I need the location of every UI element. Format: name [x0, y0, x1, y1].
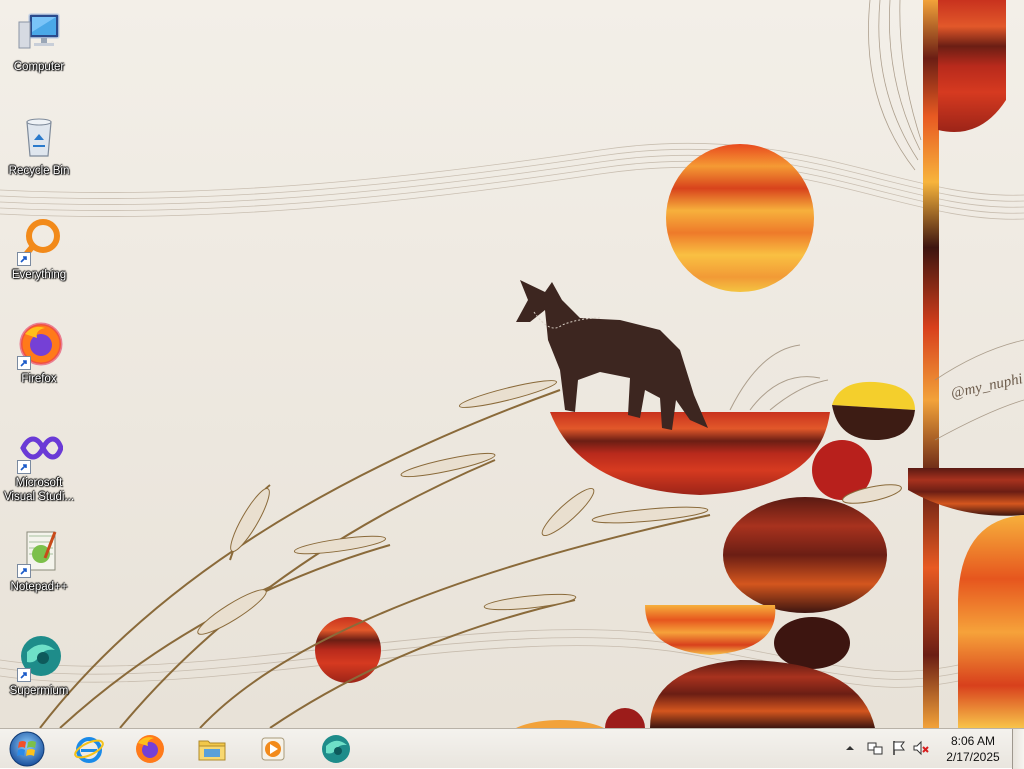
- desktop[interactable]: @my_nuphi Computer Recycle Bin Everythin…: [0, 0, 1024, 728]
- computer-icon: [15, 8, 63, 56]
- taskbar: 8:06 AM 2/17/2025: [0, 728, 1024, 769]
- clock-time: 8:06 AM: [950, 734, 996, 748]
- windows-start-orb-icon: [9, 731, 45, 767]
- clock-date: 2/17/2025: [946, 750, 1000, 764]
- shortcut-arrow-icon: [17, 668, 31, 682]
- desktop-icon-label: Computer: [13, 61, 65, 73]
- taskbar-media-player[interactable]: [246, 731, 300, 767]
- desktop-icon-label: Everything: [11, 269, 67, 281]
- action-center-flag-icon[interactable]: [890, 739, 908, 757]
- volume-muted-icon[interactable]: [912, 739, 930, 757]
- taskbar-supermium[interactable]: [309, 731, 363, 767]
- wallpaper-image: @my_nuphi: [0, 0, 1024, 728]
- desktop-icon-supermium[interactable]: Supermium: [2, 626, 76, 718]
- folder-icon: [198, 740, 226, 761]
- supermium-icon: [15, 632, 63, 682]
- system-clock[interactable]: 8:06 AM 2/17/2025: [938, 733, 1008, 767]
- desktop-icon-computer[interactable]: Computer: [2, 2, 76, 94]
- desktop-icon-label: Supermium: [9, 685, 69, 697]
- desktop-icon-notepad-plus-plus[interactable]: Notepad++: [2, 522, 76, 614]
- show-desktop-button[interactable]: [1012, 729, 1024, 769]
- media-player-icon: [261, 737, 285, 761]
- recycle-bin-icon: [15, 112, 63, 160]
- shortcut-arrow-icon: [17, 564, 31, 578]
- supermium-icon: [322, 735, 350, 763]
- firefox-icon: [136, 735, 164, 763]
- desktop-icon-label: Microsoft Visual Studi...: [3, 477, 75, 503]
- desktop-icon-label: Notepad++: [10, 581, 68, 593]
- desktop-icon-visual-studio[interactable]: Microsoft Visual Studi...: [2, 418, 76, 510]
- chevron-up-icon: [846, 746, 854, 750]
- taskbar-file-explorer[interactable]: [185, 731, 239, 767]
- visual-studio-icon: [15, 424, 63, 474]
- everything-icon: [15, 216, 63, 266]
- shortcut-arrow-icon: [17, 356, 31, 370]
- firefox-icon: [15, 320, 63, 370]
- desktop-icon-label: Firefox: [21, 373, 57, 385]
- shortcut-arrow-icon: [17, 460, 31, 474]
- show-hidden-icons-button[interactable]: [842, 739, 858, 757]
- shortcut-arrow-icon: [17, 252, 31, 266]
- notepad-plus-plus-icon: [15, 528, 63, 578]
- desktop-icon-everything[interactable]: Everything: [2, 210, 76, 302]
- internet-explorer-icon: [74, 737, 104, 763]
- taskbar-internet-explorer[interactable]: [62, 731, 116, 767]
- taskbar-firefox[interactable]: [123, 731, 177, 767]
- start-button[interactable]: [4, 729, 50, 769]
- desktop-icon-recycle-bin[interactable]: Recycle Bin: [2, 106, 76, 198]
- desktop-icon-firefox[interactable]: Firefox: [2, 314, 76, 406]
- desktop-icon-label: Recycle Bin: [8, 165, 70, 177]
- network-icon[interactable]: [866, 739, 884, 757]
